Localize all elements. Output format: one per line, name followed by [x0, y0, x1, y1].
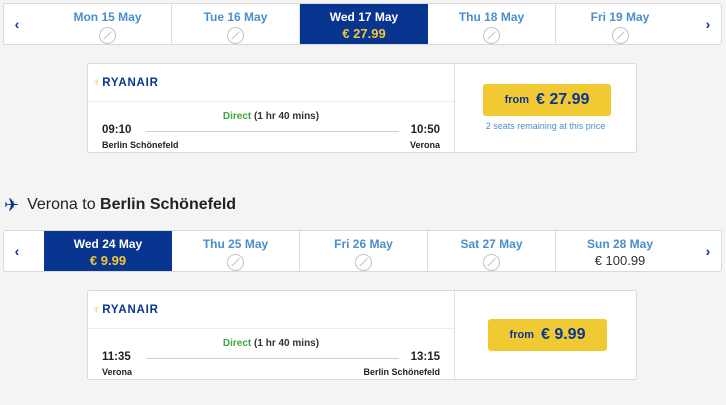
no-flights-icon: [611, 27, 629, 44]
date-price: € 9.99: [89, 253, 127, 268]
no-flights-icon: [483, 254, 500, 271]
select-fare-button[interactable]: from € 27.99: [483, 84, 611, 116]
date-label: Mon 15 May: [73, 10, 142, 24]
direct-info: Direct (1 hr 40 mins): [88, 111, 454, 122]
date-option-inbound-2[interactable]: Fri 26 May: [300, 231, 428, 271]
chevron-right-icon: ›: [705, 243, 711, 259]
date-label: Wed 17 May: [329, 10, 399, 24]
date-price: € 27.99: [342, 26, 386, 41]
date-label: Fri 19 May: [590, 10, 650, 24]
airline-row: ♆ RYANAIR: [88, 291, 454, 329]
no-flights-icon: [99, 27, 116, 44]
prev-dates-button[interactable]: ‹: [4, 4, 30, 44]
plane-icon: ✈: [4, 195, 20, 215]
no-flights-icon: [483, 27, 500, 44]
arrival-city: Berlin Schönefeld: [363, 367, 440, 377]
direct-label: Direct: [222, 338, 252, 349]
ryanair-logo: ♆ RYANAIR: [92, 77, 159, 89]
date-option-outbound-1[interactable]: Tue 16 May: [172, 4, 300, 44]
chevron-left-icon: ‹: [14, 16, 20, 32]
next-dates-button[interactable]: ›: [695, 231, 721, 271]
no-flights-icon: [355, 254, 372, 271]
date-option-outbound-0[interactable]: Mon 15 May: [44, 4, 172, 44]
harp-icon: ♆: [92, 303, 101, 316]
arrival-city: Verona: [409, 140, 440, 150]
return-route-heading: ✈ Verona to Berlin Schönefeld: [4, 196, 236, 214]
date-label: Fri 26 May: [334, 237, 393, 251]
fare-price: € 27.99: [536, 91, 590, 108]
airline-row: ♆ RYANAIR: [88, 64, 454, 102]
flight-duration: (1 hr 40 mins): [254, 338, 320, 349]
route-line: [146, 131, 399, 132]
seats-remaining-note: 2 seats remaining at this price: [485, 121, 606, 131]
price-from-label: from: [504, 94, 530, 106]
date-label: Tue 16 May: [203, 10, 268, 24]
price-from-label: from: [509, 329, 534, 341]
price-area: from € 9.99: [455, 291, 636, 379]
date-label: Wed 24 May: [73, 237, 143, 251]
date-label: Sat 27 May: [460, 237, 523, 251]
inbound-date-selector: ‹ Wed 24 May € 9.99 Thu 25 May Fri 26 Ma…: [3, 230, 722, 272]
departure-time: 11:35: [102, 351, 131, 363]
departure-time: 09:10: [102, 124, 132, 136]
prev-dates-button[interactable]: ‹: [4, 231, 30, 271]
airline-name: RYANAIR: [102, 76, 159, 89]
flight-details: ♆ RYANAIR Direct (1 hr 40 mins) 11:35 13…: [88, 291, 455, 379]
date-label: Sun 28 May: [586, 237, 654, 251]
chevron-right-icon: ›: [705, 16, 711, 32]
date-option-inbound-1[interactable]: Thu 25 May: [172, 231, 300, 271]
date-label: Thu 18 May: [458, 10, 525, 24]
route-to: Berlin Schönefeld: [100, 196, 237, 213]
harp-icon: ♆: [92, 76, 101, 89]
route-from: Verona to: [27, 196, 96, 213]
chevron-left-icon: ‹: [14, 243, 20, 259]
inbound-flight-card[interactable]: ♆ RYANAIR Direct (1 hr 40 mins) 11:35 13…: [87, 290, 637, 380]
route-row: Direct (1 hr 40 mins) 09:10 10:50 Berlin…: [88, 102, 454, 154]
date-option-outbound-2[interactable]: Wed 17 May € 27.99: [300, 4, 428, 44]
date-option-outbound-4[interactable]: Fri 19 May: [556, 4, 684, 44]
date-option-outbound-3[interactable]: Thu 18 May: [428, 4, 556, 44]
fare-price: € 9.99: [540, 326, 586, 343]
date-label: Thu 25 May: [202, 237, 269, 251]
outbound-date-selector: ‹ Mon 15 May Tue 16 May Wed 17 May € 27.…: [3, 3, 722, 45]
arrival-time: 13:15: [410, 351, 440, 363]
departure-city: Berlin Schönefeld: [102, 140, 179, 150]
departure-city: Verona: [102, 367, 133, 377]
date-option-inbound-4[interactable]: Sun 28 May € 100.99: [556, 231, 684, 271]
flight-details: ♆ RYANAIR Direct (1 hr 40 mins) 09:10 10…: [88, 64, 455, 152]
arrival-time: 10:50: [410, 124, 440, 136]
no-flights-icon: [227, 254, 244, 271]
direct-info: Direct (1 hr 40 mins): [88, 338, 454, 349]
date-price: € 100.99: [594, 253, 646, 268]
price-area: from € 27.99 2 seats remaining at this p…: [455, 64, 636, 152]
ryanair-logo: ♆ RYANAIR: [92, 304, 159, 316]
no-flights-icon: [227, 27, 244, 44]
route-title: Verona to Berlin Schönefeld: [27, 196, 236, 214]
date-option-inbound-3[interactable]: Sat 27 May: [428, 231, 556, 271]
airline-name: RYANAIR: [102, 303, 159, 316]
route-row: Direct (1 hr 40 mins) 11:35 13:15 Verona…: [88, 329, 454, 381]
route-line: [146, 358, 399, 359]
next-dates-button[interactable]: ›: [695, 4, 721, 44]
date-option-inbound-0[interactable]: Wed 24 May € 9.99: [44, 231, 172, 271]
select-fare-button[interactable]: from € 9.99: [488, 319, 607, 351]
flight-duration: (1 hr 40 mins): [254, 111, 320, 122]
outbound-flight-card[interactable]: ♆ RYANAIR Direct (1 hr 40 mins) 09:10 10…: [87, 63, 637, 153]
direct-label: Direct: [222, 111, 252, 122]
